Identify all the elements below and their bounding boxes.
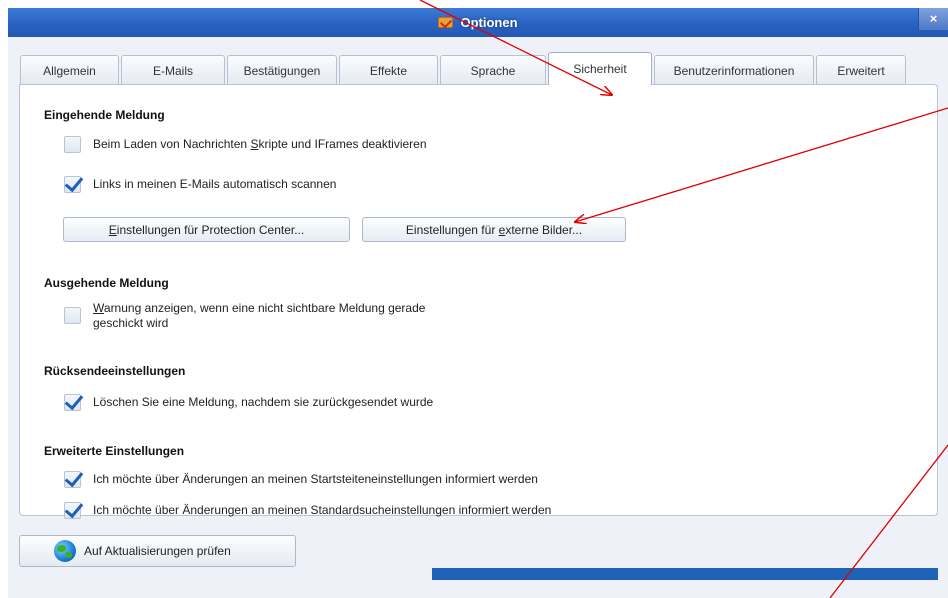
option-delete-after-resend: Löschen Sie eine Meldung, nachdem sie zu… [64, 394, 433, 411]
close-button[interactable]: × [918, 8, 948, 30]
scan-links-checkbox[interactable] [64, 176, 81, 193]
disable-scripts-label: Beim Laden von Nachrichten Skripte und I… [93, 137, 427, 151]
tab-label: Erweitert [837, 63, 885, 78]
notify-search-label: Ich möchte über Änderungen an meinen Sta… [93, 503, 552, 517]
option-notify-search: Ich möchte über Änderungen an meinen Sta… [64, 502, 551, 519]
option-warn-invisible: Warnung anzeigen, wenn eine nicht sichtb… [64, 300, 425, 331]
scan-links-label: Links in meinen E-Mails automatisch scan… [93, 177, 337, 191]
notify-startpage-checkbox[interactable] [64, 471, 81, 488]
warn-invisible-label: Warnung anzeigen, wenn eine nicht sichtb… [93, 301, 426, 330]
notify-search-checkbox[interactable] [64, 502, 81, 519]
section-title-resend: Rücksendeeinstellungen [44, 364, 186, 378]
section-title-incoming: Eingehende Meldung [44, 108, 165, 122]
window-title: Optionen [460, 15, 518, 30]
delete-after-resend-label: Löschen Sie eine Meldung, nachdem sie zu… [93, 395, 434, 409]
tab-sicherheit[interactable]: Sicherheit [548, 52, 652, 85]
option-scan-links: Links in meinen E-Mails automatisch scan… [64, 176, 336, 193]
tab-erweitert[interactable]: Erweitert [816, 55, 906, 85]
notify-startpage-label: Ich möchte über Änderungen an meinen Sta… [93, 472, 538, 486]
tab-label: Bestätigungen [243, 63, 321, 78]
globe-update-icon [54, 540, 76, 562]
app-envelope-icon [438, 17, 454, 28]
check-updates-label: Auf Aktualisierungen prüfen [84, 544, 231, 558]
section-title-outgoing: Ausgehende Meldung [44, 276, 169, 290]
title-wrap: Optionen [8, 8, 948, 37]
tab-label: Sprache [470, 63, 516, 78]
warn-invisible-checkbox[interactable] [64, 307, 81, 324]
tab-bar: Allgemein E-Mails Bestätigungen Effekte … [20, 52, 908, 85]
tab-emails[interactable]: E-Mails [121, 55, 225, 85]
background-window-strip [432, 568, 938, 580]
tab-label: E-Mails [152, 63, 193, 78]
delete-after-resend-checkbox[interactable] [64, 394, 81, 411]
option-notify-startpage: Ich möchte über Änderungen an meinen Sta… [64, 471, 538, 488]
external-images-label: Einstellungen für externe Bilder... [405, 222, 583, 237]
option-disable-scripts: Beim Laden von Nachrichten Skripte und I… [64, 136, 427, 153]
section-title-advanced: Erweiterte Einstellungen [44, 444, 185, 458]
tab-label: Effekte [369, 63, 408, 78]
tab-label: Benutzerinformationen [673, 63, 795, 78]
tab-sprache[interactable]: Sprache [440, 55, 546, 85]
disable-scripts-checkbox[interactable] [64, 136, 81, 153]
tab-allgemein[interactable]: Allgemein [20, 55, 119, 85]
title-bar: Optionen × [8, 8, 948, 37]
tab-label: Sicherheit [573, 62, 627, 76]
protection-center-label: Einstellungen für Protection Center... [108, 222, 305, 237]
tab-label: Allgemein [43, 63, 96, 78]
external-images-settings-button[interactable]: Einstellungen für externe Bilder... [362, 217, 626, 242]
tab-bestaetigungen[interactable]: Bestätigungen [227, 55, 337, 85]
tab-effekte[interactable]: Effekte [339, 55, 438, 85]
check-updates-button[interactable]: Auf Aktualisierungen prüfen [19, 535, 296, 567]
protection-center-settings-button[interactable]: Einstellungen für Protection Center... [63, 217, 350, 242]
tab-benutzerinformationen[interactable]: Benutzerinformationen [654, 55, 814, 85]
